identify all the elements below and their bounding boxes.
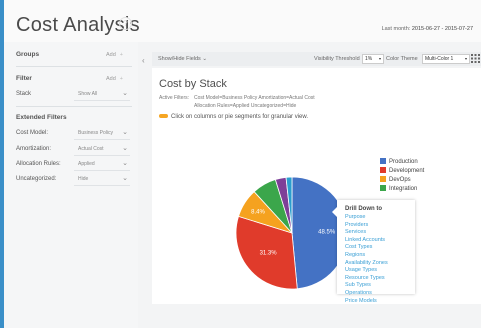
allocation-rules-value: Applied — [78, 161, 95, 167]
threshold-value: 1% — [365, 56, 373, 62]
chart-legend: Production Development DevOps Integration — [380, 158, 424, 194]
pie-chart: 48.5% 31.3% 8.4% — [235, 176, 349, 290]
pie-data-label: 31.3% — [260, 250, 278, 256]
ext-label-allocation-rules: Allocation Rules: — [16, 161, 61, 167]
ext-label-cost-model: Cost Model: — [16, 130, 49, 136]
drill-item-linked-accounts[interactable]: Linked Accounts — [345, 237, 388, 245]
color-theme-value: Multi-Color 1 — [425, 56, 454, 62]
app-window: Cost Analysis ? Last month: 2015-06-27 -… — [4, 0, 481, 328]
drill-item-purpose[interactable]: Purpose — [345, 214, 388, 222]
filter-label-stack: Stack — [16, 91, 32, 97]
help-icon[interactable]: ? — [119, 17, 132, 30]
uncategorized-select[interactable]: Hide ⌄ — [74, 175, 130, 186]
allocation-rules-select[interactable]: Applied ⌄ — [74, 160, 130, 171]
color-theme-label: Color Theme — [386, 56, 418, 62]
chevron-down-icon: ⌄ — [122, 90, 128, 97]
add-icon: + — [119, 52, 124, 58]
legend-label: Production — [389, 159, 418, 165]
date-range-value: 2015-06-27 - 2015-07-27 — [411, 26, 473, 32]
filter-add-label: Add — [106, 76, 116, 82]
legend-swatch — [380, 167, 386, 173]
legend-item-devops[interactable]: DevOps — [380, 176, 424, 184]
show-hide-fields-label: Show/Hide Fields — [158, 56, 201, 62]
drill-item-availability-zones[interactable]: Availability Zones — [345, 260, 388, 268]
sidebar: Groups Add + Filter Add + Stack Show All ⌄… — [4, 42, 138, 328]
date-range[interactable]: Last month: 2015-06-27 - 2015-07-27 — [382, 26, 473, 32]
drill-item-cost-types[interactable]: Cost Types — [345, 244, 388, 252]
dropdown-arrow-icon: ▾ — [464, 56, 467, 61]
collapse-sidebar-icon[interactable]: ‹ — [142, 56, 150, 65]
chart-area: 48.5% 31.3% 8.4% Production Development DevO… — [152, 68, 481, 304]
chevron-down-icon: ⌄ — [122, 145, 128, 152]
legend-item-integration[interactable]: Integration — [380, 185, 424, 193]
groups-heading: Groups — [16, 51, 40, 58]
divider — [16, 66, 132, 67]
chevron-down-icon: ⌄ — [122, 175, 128, 182]
chevron-down-icon: ⌄ — [202, 56, 207, 62]
toolbar: Show/Hide Fields ⌄ Visibility Threshold … — [152, 52, 481, 66]
threshold-label: Visibility Threshold — [314, 56, 360, 62]
drill-item-operations[interactable]: Operations — [345, 290, 388, 298]
groups-add-label: Add — [106, 52, 116, 58]
chevron-down-icon: ⌄ — [122, 160, 128, 167]
uncategorized-value: Hide — [78, 176, 89, 182]
filter-add-button[interactable]: Add + — [106, 76, 123, 82]
color-theme-select[interactable]: Multi-Color 1 ▾ — [422, 54, 470, 64]
legend-swatch — [380, 185, 386, 191]
grid-view-icon[interactable] — [471, 54, 480, 63]
legend-item-development[interactable]: Development — [380, 167, 424, 175]
drill-item-providers[interactable]: Providers — [345, 222, 388, 230]
divider — [16, 106, 132, 107]
add-icon: + — [119, 76, 124, 82]
cost-model-select[interactable]: Business Policy ⌄ — [74, 129, 130, 140]
show-hide-fields-button[interactable]: Show/Hide Fields ⌄ — [158, 56, 207, 62]
drill-item-sub-types[interactable]: Sub Types — [345, 282, 388, 290]
ext-label-amortization: Amortization: — [16, 146, 52, 152]
page-header: Cost Analysis ? Last month: 2015-06-27 -… — [4, 0, 481, 42]
groups-add-button[interactable]: Add + — [106, 52, 123, 58]
chevron-down-icon: ⌄ — [122, 129, 128, 136]
drill-item-resource-types[interactable]: Resource Types — [345, 275, 388, 283]
drill-down-menu: Drill Down to Purpose Providers Services Li… — [332, 200, 415, 304]
drill-item-regions[interactable]: Regions — [345, 252, 388, 260]
ext-label-uncategorized: Uncategorized: — [16, 176, 57, 182]
dropdown-arrow-icon: ▾ — [378, 56, 381, 61]
date-range-label: Last month: — [381, 26, 411, 32]
legend-label: DevOps — [389, 177, 411, 183]
filter-heading: Filter — [16, 75, 32, 82]
drill-arrow — [332, 207, 337, 217]
legend-swatch — [380, 158, 386, 164]
legend-item-production[interactable]: Production — [380, 158, 424, 166]
drill-down-title: Drill Down to — [345, 206, 382, 212]
stack-select[interactable]: Show All ⌄ — [74, 90, 130, 101]
stack-select-value: Show All — [78, 91, 98, 97]
legend-swatch — [380, 176, 386, 182]
pie-data-label: 8.4% — [251, 209, 265, 215]
pie-data-label: 48.5% — [318, 229, 336, 235]
legend-label: Development — [389, 168, 425, 174]
amortization-value: Actual Cost — [78, 146, 104, 152]
drill-item-services[interactable]: Services — [345, 229, 388, 237]
drill-item-usage-types[interactable]: Usage Types — [345, 267, 388, 275]
extended-filters-heading: Extended Filters — [16, 114, 67, 121]
drill-item-price-models[interactable]: Price Models — [345, 298, 388, 306]
legend-label: Integration — [389, 186, 418, 192]
amortization-select[interactable]: Actual Cost ⌄ — [74, 145, 130, 156]
drill-down-list: Purpose Providers Services Linked Accounts C… — [345, 214, 388, 305]
cost-model-value: Business Policy — [78, 130, 114, 136]
threshold-select[interactable]: 1% ▾ — [362, 54, 384, 64]
